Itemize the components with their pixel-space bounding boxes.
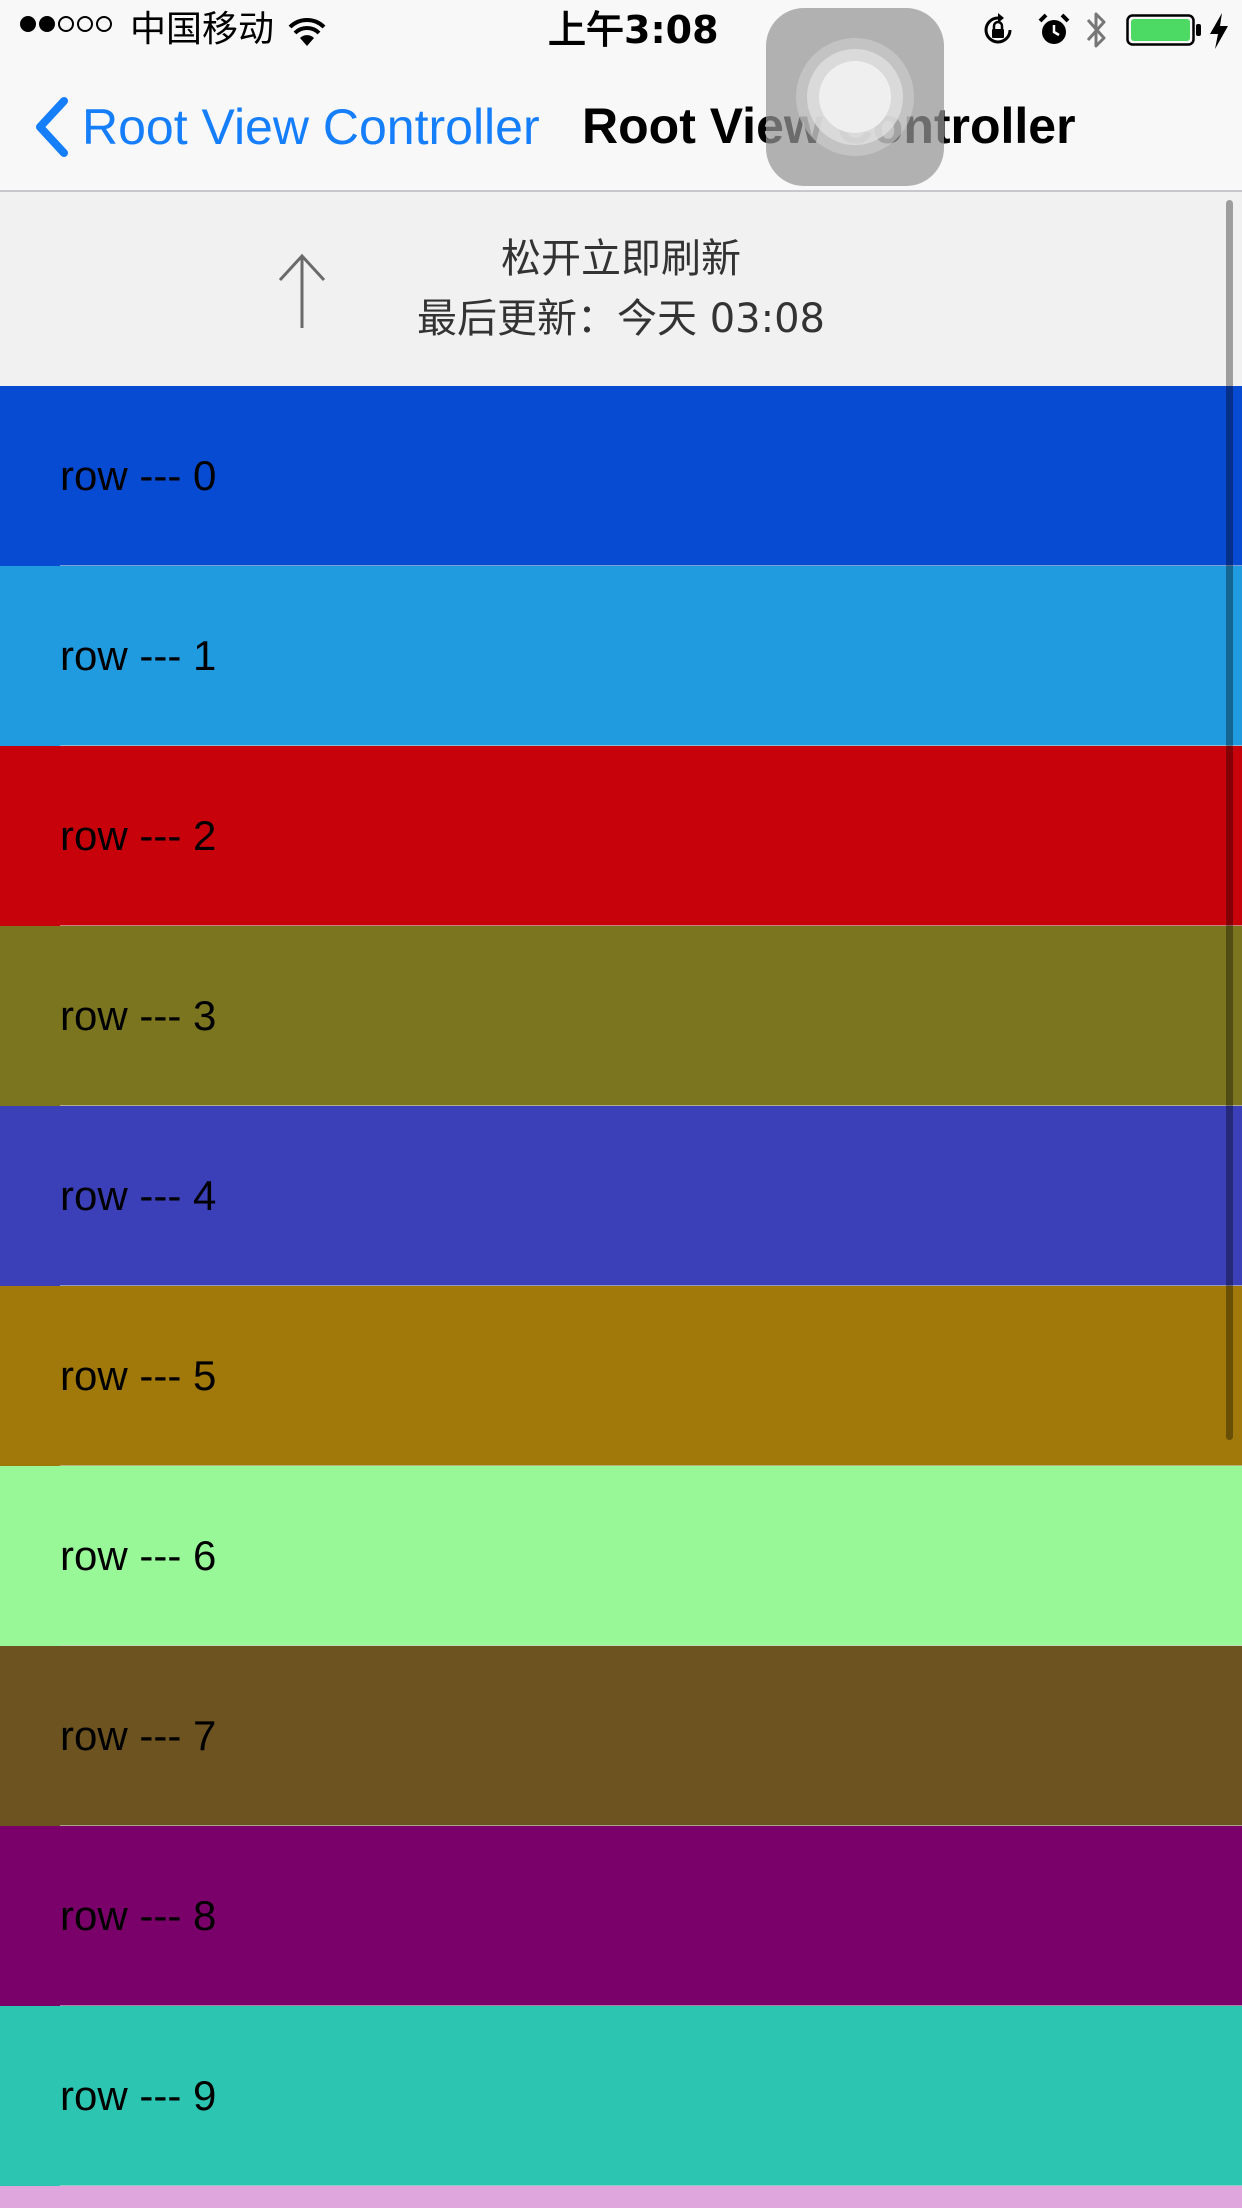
- row-label: row --- 5: [60, 1352, 217, 1399]
- row-label: row --- 7: [60, 1712, 217, 1759]
- table-view[interactable]: row --- 0 row --- 1 row --- 2 row --- 3 row …: [0, 386, 1242, 2208]
- row-label: row --- 3: [60, 992, 217, 1039]
- alarm-icon: [1038, 13, 1070, 44]
- scroll-indicator[interactable]: [1226, 200, 1233, 1440]
- row-label: row --- 1: [60, 632, 217, 679]
- row-label: row --- 0: [60, 452, 217, 499]
- table-row[interactable]: row --- 1: [0, 566, 1242, 746]
- bluetooth-icon: [1086, 12, 1106, 48]
- wifi-icon: [288, 17, 326, 46]
- table-row[interactable]: row --- 7: [0, 1646, 1242, 1826]
- row-label: row --- 4: [60, 1172, 217, 1219]
- battery-icon: [1126, 14, 1201, 46]
- signal-dot: [96, 16, 112, 32]
- signal-dot: [77, 16, 93, 32]
- assistive-touch-button[interactable]: [766, 8, 944, 186]
- pull-to-refresh-header: 松开立即刷新 最后更新：今天 03:08: [0, 192, 1242, 386]
- table-row[interactable]: row --- 4: [0, 1106, 1242, 1286]
- signal-dot: [20, 16, 36, 32]
- charging-icon: [1210, 13, 1228, 49]
- signal-dot: [58, 16, 74, 32]
- row-label: row --- 8: [60, 1892, 217, 1939]
- status-bar: 中国移动 上午3:08: [0, 0, 1242, 60]
- orientation-lock-icon: [984, 13, 1012, 44]
- back-button[interactable]: Root View Controller: [30, 92, 540, 162]
- signal-dot: [39, 16, 55, 32]
- signal-strength-icon: [20, 16, 112, 32]
- row-label: row --- 9: [60, 2072, 217, 2119]
- screen: 中国移动 上午3:08 Root View Controller Root Co…: [0, 0, 1242, 2208]
- table-row[interactable]: row --- 9: [0, 2006, 1242, 2186]
- table-row[interactable]: [0, 2186, 1242, 2208]
- table-row[interactable]: row --- 5: [0, 1286, 1242, 1466]
- table-row[interactable]: row --- 3: [0, 926, 1242, 1106]
- table-row[interactable]: row --- 2: [0, 746, 1242, 926]
- row-label: row --- 2: [60, 812, 217, 859]
- table-row[interactable]: row --- 0: [0, 386, 1242, 566]
- carrier-name: 中国移动: [130, 9, 275, 50]
- table-row[interactable]: row --- 6: [0, 1466, 1242, 1646]
- refresh-state-label: 松开立即刷新: [501, 236, 741, 282]
- navigation-bar: 中国移动 上午3:08 Root View Controller Root Co…: [0, 0, 1242, 192]
- table-row[interactable]: row --- 8: [0, 1826, 1242, 2006]
- row-label: row --- 6: [60, 1532, 217, 1579]
- chevron-left-icon: [36, 97, 68, 157]
- status-time: 上午3:08: [548, 8, 719, 52]
- last-updated-label: 最后更新：今天 03:08: [417, 296, 825, 342]
- back-button-label: Root View Controller: [82, 99, 540, 155]
